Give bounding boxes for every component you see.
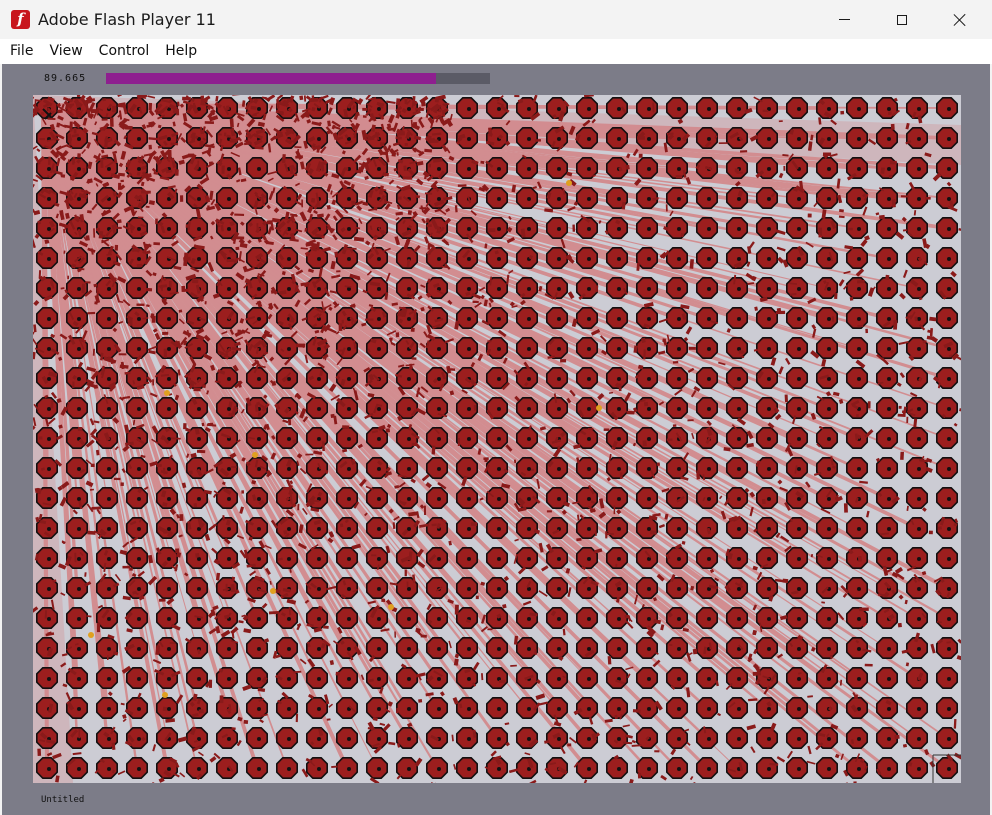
progress-bar [106,73,490,84]
flash-stage[interactable]: 89.665 Untitled [2,64,990,815]
flash-player-icon: f [11,10,30,29]
fps-readout: 89.665 [44,73,87,84]
progress-bar-fill [106,73,437,84]
menu-view[interactable]: View [41,39,90,64]
menu-control[interactable]: Control [91,39,158,64]
game-arena[interactable] [33,95,961,783]
menu-help[interactable]: Help [157,39,205,64]
close-icon [953,13,967,27]
window-title: Adobe Flash Player 11 [38,10,216,29]
menu-bar: File View Control Help [0,39,992,64]
maximize-button[interactable] [879,0,925,39]
minimize-icon [838,19,850,20]
close-button[interactable] [937,0,983,39]
movie-title-label: Untitled [41,795,85,805]
title-bar[interactable]: f Adobe Flash Player 11 [0,0,992,39]
game-canvas[interactable] [33,95,961,783]
maximize-icon [897,14,907,25]
menu-file[interactable]: File [0,39,41,64]
minimize-button[interactable] [821,0,867,39]
